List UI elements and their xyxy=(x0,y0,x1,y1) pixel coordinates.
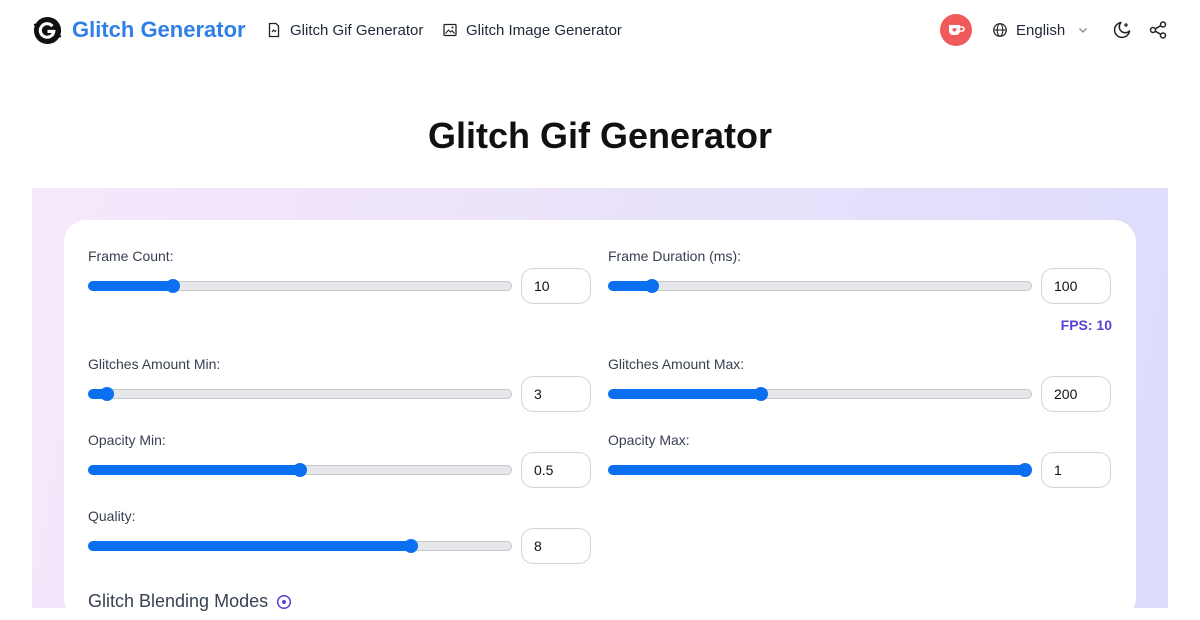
glitches-min-input[interactable] xyxy=(521,376,591,412)
help-circle-icon[interactable] xyxy=(276,594,292,610)
ko-fi-cup-icon xyxy=(949,25,965,35)
frame-count-slider[interactable] xyxy=(88,276,512,296)
chevron-down-icon xyxy=(1079,28,1088,33)
page-title: Glitch Gif Generator xyxy=(427,115,773,156)
slider-thumb[interactable] xyxy=(644,279,659,293)
globe-icon xyxy=(993,23,1007,37)
glitches-max-label: Glitches Amount Max: xyxy=(608,356,745,372)
frame-duration-slider[interactable] xyxy=(608,276,1032,296)
slider-thumb[interactable] xyxy=(165,279,180,293)
blending-modes-heading: Glitch Blending Modes xyxy=(88,591,269,611)
opacity-max-label: Opacity Max: xyxy=(608,432,690,448)
file-gif-icon xyxy=(268,22,280,38)
slider-thumb[interactable] xyxy=(403,539,418,553)
frame-count-input[interactable] xyxy=(521,268,591,304)
slider-thumb[interactable] xyxy=(753,387,768,401)
share-icon[interactable] xyxy=(1148,20,1168,40)
opacity-max-input[interactable] xyxy=(1041,452,1111,488)
slider-thumb[interactable] xyxy=(1018,463,1032,477)
language-selector[interactable]: English xyxy=(992,20,1089,40)
glitches-min-label: Glitches Amount Min: xyxy=(88,356,221,372)
moon-stars-icon[interactable] xyxy=(1112,20,1132,40)
fps-readout: FPS: 10 xyxy=(1060,317,1112,333)
support-button[interactable] xyxy=(940,14,972,46)
image-icon xyxy=(443,23,457,37)
opacity-min-input[interactable] xyxy=(521,452,591,488)
quality-slider[interactable] xyxy=(88,536,512,556)
opacity-min-label: Opacity Min: xyxy=(88,432,166,448)
opacity-max-slider[interactable] xyxy=(608,460,1032,480)
opacity-min-slider[interactable] xyxy=(88,460,512,480)
frame-duration-label: Frame Duration (ms): xyxy=(608,248,742,264)
nav-glitch-gif-generator[interactable]: Glitch Gif Generator xyxy=(266,20,423,40)
nav-label: Glitch Image Generator xyxy=(466,21,622,39)
language-label: English xyxy=(1016,21,1066,39)
nav-glitch-image-generator[interactable]: Glitch Image Generator xyxy=(442,20,622,40)
frame-count-label: Frame Count: xyxy=(88,248,174,264)
glitches-min-slider[interactable] xyxy=(88,384,512,404)
glitches-max-input[interactable] xyxy=(1041,376,1111,412)
frame-duration-input[interactable] xyxy=(1041,268,1111,304)
quality-input[interactable] xyxy=(521,528,591,564)
nav-label: Glitch Gif Generator xyxy=(290,21,424,39)
quality-label: Quality: xyxy=(88,508,136,524)
slider-thumb[interactable] xyxy=(293,463,307,477)
top-navbar: Glitch Generator Glitch Gif Generator Gl… xyxy=(0,0,1200,60)
logo-icon[interactable] xyxy=(32,15,63,46)
glitches-max-slider[interactable] xyxy=(608,384,1032,404)
brand-name[interactable]: Glitch Generator xyxy=(72,17,246,43)
